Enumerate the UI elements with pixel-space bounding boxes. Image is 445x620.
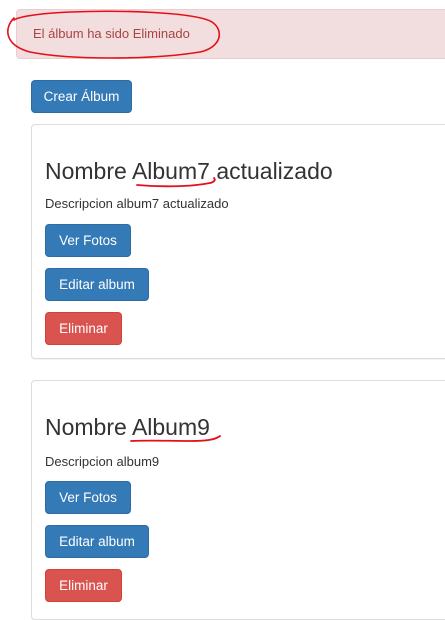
album-description: Descripcion album9 xyxy=(45,454,160,469)
view-photos-button[interactable]: Ver Fotos xyxy=(45,481,131,514)
album-title-prefix: Nombre xyxy=(45,414,127,440)
album-title-prefix: Nombre xyxy=(45,158,127,184)
album-panel: Nombre Album7 actualizado Descripcion al… xyxy=(31,124,445,359)
album-description: Descripcion album7 actualizado xyxy=(45,196,229,211)
create-album-button[interactable]: Crear Álbum xyxy=(31,80,132,113)
album-title-name: Album9 xyxy=(131,414,210,440)
delete-album-button[interactable]: Eliminar xyxy=(45,312,122,345)
edit-album-button[interactable]: Editar album xyxy=(45,268,149,301)
album-panel: Nombre Album9 Descripcion album9 Ver Fot… xyxy=(31,380,445,620)
album-title: Nombre Album9 xyxy=(45,414,210,441)
edit-album-button[interactable]: Editar album xyxy=(45,525,149,558)
album-title-suffix: actualizado xyxy=(216,158,333,184)
view-photos-button[interactable]: Ver Fotos xyxy=(45,224,131,257)
album-title: Nombre Album7 actualizado xyxy=(45,158,333,185)
delete-album-button[interactable]: Eliminar xyxy=(45,569,122,602)
alert-text: El álbum ha sido Eliminado xyxy=(33,26,190,41)
alert-message: El álbum ha sido Eliminado xyxy=(16,9,445,59)
album-title-name: Album7 xyxy=(131,158,210,184)
